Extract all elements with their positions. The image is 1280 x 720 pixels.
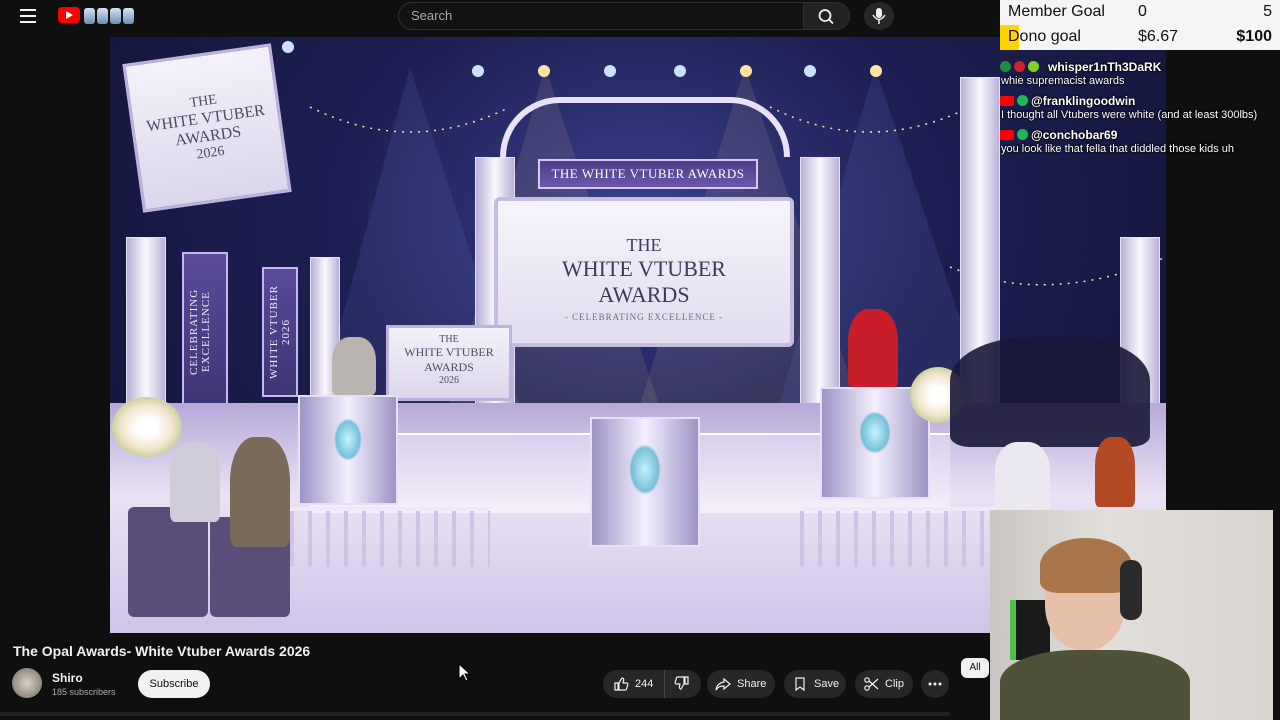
vtuber-character-grey bbox=[332, 337, 376, 395]
audience-silhouettes bbox=[950, 337, 1150, 447]
podium-sign-line4: 2026 bbox=[439, 375, 459, 386]
main-sign-line3: AWARDS bbox=[598, 282, 690, 307]
audience-member bbox=[230, 437, 290, 547]
share-button[interactable]: Share bbox=[707, 670, 775, 698]
youtube-header: Search bbox=[0, 0, 1000, 32]
save-button[interactable]: Save bbox=[784, 670, 846, 698]
more-dots-icon bbox=[928, 682, 942, 686]
chat-username: @franklingoodwin bbox=[1031, 93, 1136, 108]
gaming-chair bbox=[1010, 600, 1050, 660]
chat-username-row: @franklingoodwin bbox=[1000, 92, 1270, 109]
member-goal-target: 5 bbox=[1263, 3, 1272, 20]
stream-goals-overlay: Member Goal 0 5 Dono goal $6.67 $100 bbox=[1000, 0, 1280, 50]
dono-goal-row: Dono goal $6.67 $100 bbox=[1000, 25, 1280, 50]
corner-award-sign: THE WHITE VTUBER AWARDS 2026 bbox=[122, 43, 292, 213]
youtube-badge-icon bbox=[1000, 95, 1014, 106]
save-label: Save bbox=[814, 678, 840, 690]
thumbs-down-icon bbox=[674, 675, 689, 690]
audience-chair bbox=[128, 507, 208, 617]
moderator-badge-icon bbox=[1000, 61, 1011, 72]
streamer-webcam bbox=[990, 510, 1273, 720]
dono-goal-target: $100 bbox=[1236, 28, 1272, 45]
chat-message: @franklingoodwin I thought all Vtubers w… bbox=[1000, 92, 1270, 122]
thumbs-up-icon bbox=[614, 677, 629, 691]
mic-icon bbox=[872, 8, 886, 24]
stage-railing bbox=[290, 507, 490, 567]
like-button[interactable]: 244 bbox=[603, 670, 665, 698]
banner-celebrating: CELEBRATING EXCELLENCE bbox=[182, 252, 228, 412]
headset-icon bbox=[1120, 560, 1142, 620]
chat-overlay: whisper1nTh3DaRK whie supremacist awards… bbox=[1000, 58, 1270, 160]
channel-emotes-icon bbox=[84, 6, 136, 26]
member-goal-row: Member Goal 0 5 bbox=[1000, 0, 1280, 25]
arch-ribbon: THE WHITE VTUBER AWARDS bbox=[538, 159, 758, 189]
page-scroll-edge bbox=[0, 712, 950, 716]
subscriber-count: 185 subscribers bbox=[52, 687, 116, 697]
scissors-icon bbox=[864, 677, 879, 691]
main-sign-line1: THE bbox=[626, 235, 662, 255]
dislike-button[interactable] bbox=[665, 675, 690, 694]
chat-text: you look like that fella that diddled th… bbox=[1001, 143, 1234, 155]
youtube-logo-icon[interactable] bbox=[58, 7, 80, 23]
mouse-cursor-icon bbox=[458, 663, 472, 682]
bookmark-icon bbox=[795, 677, 805, 692]
chat-username-row: whisper1nTh3DaRK bbox=[1000, 58, 1270, 75]
share-arrow-icon bbox=[715, 677, 731, 691]
podium-center bbox=[590, 417, 700, 547]
stage-arch bbox=[500, 97, 790, 157]
filter-chip-all[interactable]: All bbox=[961, 658, 989, 678]
podium-sign-line3: AWARDS bbox=[424, 360, 474, 374]
streamer-hair bbox=[1040, 538, 1132, 593]
search-button[interactable] bbox=[804, 2, 850, 30]
chat-message: @conchobar69 you look like that fella th… bbox=[1000, 126, 1270, 156]
like-count: 244 bbox=[635, 678, 654, 690]
banner-white-vtuber: WHITE VTUBER 2026 bbox=[262, 267, 298, 397]
chat-username: @conchobar69 bbox=[1031, 127, 1118, 142]
avatar-badge-icon bbox=[1017, 95, 1028, 106]
like-dislike-group: 244 bbox=[603, 670, 701, 698]
sub-badge-icon bbox=[1028, 61, 1039, 72]
podium-award-sign: THE WHITE VTUBER AWARDS 2026 bbox=[386, 325, 512, 401]
voice-search-button[interactable] bbox=[864, 2, 894, 30]
channel-name[interactable]: Shiro bbox=[52, 671, 83, 685]
channel-avatar[interactable] bbox=[12, 668, 42, 698]
search-input[interactable]: Search bbox=[398, 2, 804, 30]
main-sign-line2: WHITE VTUBER bbox=[562, 256, 726, 281]
clip-button[interactable]: Clip bbox=[855, 670, 913, 698]
chat-message: whisper1nTh3DaRK whie supremacist awards bbox=[1000, 58, 1270, 88]
member-badge-icon bbox=[1014, 61, 1025, 72]
main-sign-tagline: - CELEBRATING EXCELLENCE - bbox=[564, 312, 724, 322]
podium-sign-line1: THE bbox=[439, 334, 459, 345]
dono-goal-label: Dono goal bbox=[1008, 28, 1081, 45]
avatar-badge-icon bbox=[1017, 129, 1028, 140]
member-goal-label: Member Goal bbox=[1008, 3, 1105, 20]
search-icon bbox=[818, 9, 834, 25]
audience-member bbox=[170, 442, 220, 522]
flower-arrangement bbox=[112, 397, 182, 457]
main-award-sign: THE WHITE VTUBER AWARDS - CELEBRATING EX… bbox=[494, 197, 794, 347]
streamer-body bbox=[1000, 650, 1190, 720]
video-title: The Opal Awards- White Vtuber Awards 202… bbox=[13, 643, 311, 659]
more-actions-button[interactable] bbox=[921, 670, 949, 698]
audience-member bbox=[995, 442, 1050, 512]
chat-username-row: @conchobar69 bbox=[1000, 126, 1270, 143]
podium-left bbox=[298, 395, 398, 505]
chat-text: whie supremacist awards bbox=[1001, 75, 1125, 87]
stage-railing bbox=[800, 507, 1000, 567]
share-label: Share bbox=[737, 678, 767, 690]
youtube-badge-icon bbox=[1000, 129, 1014, 140]
chat-username: whisper1nTh3DaRK bbox=[1048, 59, 1162, 74]
menu-icon[interactable] bbox=[20, 9, 36, 23]
chat-text: I thought all Vtubers were white (and at… bbox=[1001, 109, 1258, 121]
member-goal-current: 0 bbox=[1138, 3, 1147, 20]
vtuber-character-red bbox=[848, 309, 898, 389]
audience-member bbox=[1095, 437, 1135, 507]
clip-label: Clip bbox=[885, 678, 904, 690]
dono-goal-current: $6.67 bbox=[1138, 28, 1179, 45]
subscribe-button[interactable]: Subscribe bbox=[138, 670, 210, 698]
podium-sign-line2: WHITE VTUBER bbox=[404, 345, 494, 359]
